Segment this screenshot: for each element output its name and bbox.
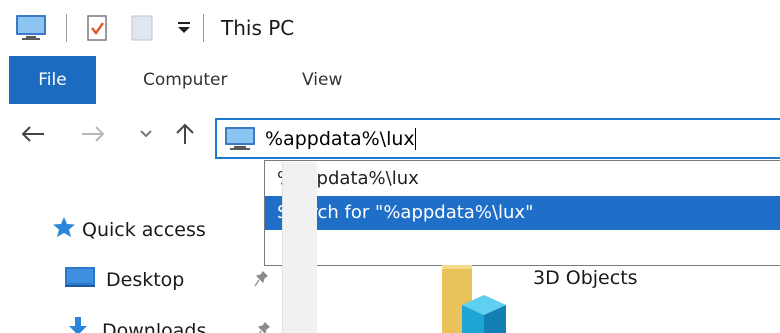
nav-item-label: Quick access [82, 218, 206, 241]
navigation-pane-scrollbar[interactable] [282, 162, 317, 333]
star-icon [52, 216, 76, 243]
download-icon [64, 316, 92, 333]
this-pc-icon[interactable] [14, 14, 50, 46]
address-input[interactable]: %appdata%\lux [265, 128, 416, 150]
text-caret [414, 128, 416, 150]
content-item-3d-objects[interactable] [440, 265, 520, 333]
this-pc-icon [223, 126, 257, 156]
ribbon-tabs: File Computer View [0, 56, 780, 106]
address-bar[interactable]: %appdata%\lux [215, 118, 780, 159]
autocomplete-dropdown: %appdata%\lux Search for "%appdata%\lux" [264, 160, 780, 266]
autocomplete-suggestion[interactable]: %appdata%\lux [265, 162, 780, 196]
back-arrow-icon[interactable] [18, 120, 48, 148]
up-arrow-icon[interactable] [171, 120, 199, 148]
3d-objects-icon [440, 265, 520, 333]
recent-locations-chevron-icon[interactable] [136, 120, 156, 148]
desktop-icon [64, 266, 96, 293]
title-bar: This PC [0, 0, 780, 56]
nav-item-downloads[interactable]: Downloads [64, 316, 206, 333]
pin-icon[interactable] [256, 322, 270, 333]
title-separator [66, 14, 67, 42]
navigation-pane: Quick access Desktop Downloads [0, 162, 282, 333]
tab-view[interactable]: View [302, 56, 342, 104]
forward-arrow-icon[interactable] [78, 120, 108, 148]
autocomplete-search-option[interactable]: Search for "%appdata%\lux" [265, 196, 780, 230]
nav-item-label: Desktop [106, 268, 185, 291]
nav-item-label: Downloads [102, 319, 207, 333]
window-title: This PC [221, 16, 295, 40]
tab-computer[interactable]: Computer [143, 56, 228, 104]
nav-item-quick-access[interactable]: Quick access [52, 216, 206, 243]
properties-icon[interactable] [86, 14, 110, 46]
customize-toolbar-icon[interactable] [175, 18, 193, 40]
new-folder-icon[interactable] [130, 14, 156, 46]
nav-item-desktop[interactable]: Desktop [64, 266, 184, 293]
pin-icon[interactable] [254, 271, 268, 287]
tab-file[interactable]: File [9, 56, 96, 104]
title-separator [203, 14, 204, 42]
content-item-label: 3D Objects [533, 267, 638, 289]
